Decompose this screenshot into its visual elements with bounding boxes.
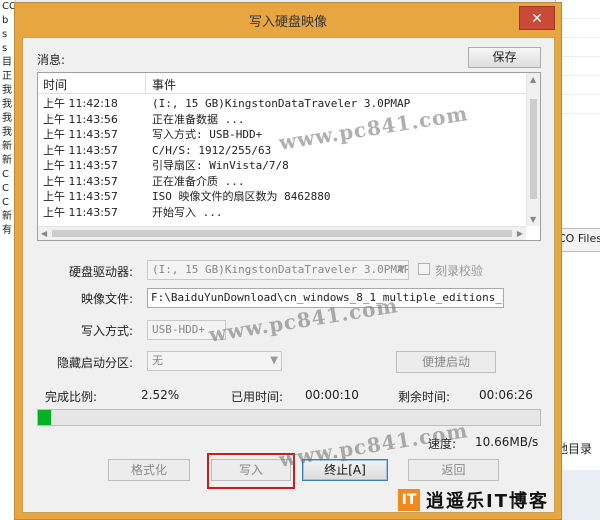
write-mode-label: 写入方式: bbox=[80, 324, 133, 338]
log-event: 引导扇区: WinVista/7/8 bbox=[152, 159, 289, 172]
column-header-time[interactable]: 时间 bbox=[38, 73, 146, 93]
verify-label: 刻录校验 bbox=[435, 264, 484, 278]
hidden-partition-select[interactable]: 无 ▼ bbox=[147, 351, 282, 371]
background-text: 新 bbox=[2, 155, 12, 166]
log-event: C/H/S: 1912/255/63 bbox=[152, 143, 272, 157]
chevron-down-icon: ▼ bbox=[270, 355, 278, 366]
drive-select[interactable]: (I:, 15 GB)KingstonDataTraveler 3.0PMAP … bbox=[147, 260, 409, 280]
vertical-scroll-thumb[interactable] bbox=[530, 99, 537, 199]
log-event: 正在准备数据 ... bbox=[152, 112, 245, 126]
log-time: 上午 11:43:57 bbox=[43, 174, 118, 188]
background-text: 目 bbox=[2, 57, 12, 68]
format-button[interactable]: 格式化 bbox=[108, 459, 190, 481]
background-text: 我 bbox=[2, 99, 12, 110]
quick-boot-button[interactable]: 便捷启动 bbox=[396, 351, 496, 373]
drive-select-value: (I:, 15 GB)KingstonDataTraveler 3.0PMAP bbox=[152, 263, 409, 276]
background-text: b bbox=[2, 15, 9, 26]
elapsed-value: 00:00:10 bbox=[305, 388, 359, 402]
scroll-right-icon[interactable]: ▶ bbox=[517, 229, 523, 238]
background-text: s bbox=[2, 43, 8, 54]
write-mode-value: USB-HDD+ bbox=[152, 323, 205, 336]
complete-value: 2.52% bbox=[141, 388, 180, 402]
horizontal-scrollbar[interactable]: ◀ ▶ bbox=[38, 226, 526, 240]
background-text: C bbox=[2, 169, 9, 180]
background-text: 有 bbox=[2, 225, 12, 236]
window-title: 写入硬盘映像 bbox=[248, 15, 327, 30]
log-time: 上午 11:43:57 bbox=[43, 128, 118, 141]
progress-fill bbox=[38, 410, 51, 425]
log-header: 时间 事件 bbox=[38, 73, 526, 94]
write-disk-image-dialog: 写入硬盘映像 ✕ 消息: 保存 时间 事件 上午 11:42:18 (I:, 15… bbox=[14, 2, 562, 520]
background-text: 我 bbox=[2, 113, 12, 124]
log-row[interactable]: 上午 11:43:57 ISO 映像文件的扇区数为 8462880 bbox=[38, 189, 526, 205]
background-text: CC bbox=[2, 1, 16, 12]
back-button[interactable]: 返回 bbox=[408, 459, 499, 481]
save-button[interactable]: 保存 bbox=[468, 47, 541, 68]
background-text: C bbox=[2, 183, 9, 194]
close-icon: ✕ bbox=[531, 11, 543, 27]
verify-checkbox[interactable] bbox=[418, 263, 430, 275]
log-event: ISO 映像文件的扇区数为 8462880 bbox=[152, 190, 331, 203]
log-time: 上午 11:43:57 bbox=[43, 190, 118, 203]
log-time: 上午 11:43:56 bbox=[43, 112, 118, 126]
messages-label: 消息: bbox=[37, 53, 66, 67]
elapsed-label: 已用时间: bbox=[231, 390, 284, 404]
speed-value: 10.66MB/s bbox=[475, 435, 539, 449]
background-text: s bbox=[2, 29, 8, 40]
background-text: 新 bbox=[2, 141, 12, 152]
chevron-down-icon: ▼ bbox=[397, 264, 405, 275]
background-text: 我 bbox=[2, 127, 12, 138]
close-button[interactable]: ✕ bbox=[519, 6, 555, 30]
column-header-event[interactable]: 事件 bbox=[146, 73, 176, 93]
log-time: 上午 11:42:18 bbox=[43, 97, 118, 110]
log-row[interactable]: 上午 11:43:57 引导扇区: WinVista/7/8 bbox=[38, 158, 526, 174]
background-text: 正 bbox=[2, 71, 12, 82]
scroll-left-icon[interactable]: ◀ bbox=[41, 229, 47, 238]
background-bar-text: CO Files bbox=[558, 232, 600, 245]
remaining-value: 00:06:26 bbox=[479, 388, 533, 402]
vertical-scrollbar[interactable]: ▲ ▼ bbox=[526, 73, 540, 226]
title-bar[interactable]: 写入硬盘映像 ✕ bbox=[15, 3, 561, 37]
background-list bbox=[556, 0, 600, 120]
complete-label: 完成比例: bbox=[45, 390, 98, 404]
background-text: C bbox=[2, 197, 9, 208]
hidden-partition-label: 隐藏启动分区: bbox=[56, 356, 133, 370]
log-row[interactable]: 上午 11:43:57 开始写入 ... bbox=[38, 205, 526, 221]
image-file-label: 映像文件: bbox=[80, 292, 133, 306]
drive-label: 硬盘驱动器: bbox=[68, 265, 133, 279]
message-log[interactable]: 时间 事件 上午 11:42:18 (I:, 15 GB)KingstonData… bbox=[37, 72, 541, 241]
hidden-partition-value: 无 bbox=[152, 354, 163, 367]
log-event: 正在准备介质 ... bbox=[152, 174, 245, 188]
scroll-up-icon[interactable]: ▲ bbox=[530, 75, 536, 84]
log-event: 开始写入 ... bbox=[152, 205, 223, 219]
dialog-body: 消息: 保存 时间 事件 上午 11:42:18 (I:, 15 GB)Kings… bbox=[22, 37, 555, 513]
background-text: 新 bbox=[2, 211, 12, 222]
background-text: 我 bbox=[2, 85, 12, 96]
log-row[interactable]: 上午 11:43:57 正在准备介质 ... bbox=[38, 174, 526, 190]
log-time: 上午 11:43:57 bbox=[43, 143, 118, 157]
brand-name: 逍遥乐IT博客 bbox=[426, 491, 549, 512]
remaining-label: 剩余时间: bbox=[398, 390, 451, 404]
log-time: 上午 11:43:57 bbox=[43, 159, 118, 172]
log-time: 上午 11:43:57 bbox=[43, 205, 118, 219]
site-logo: IT 逍遥乐IT博客 bbox=[398, 488, 549, 512]
horizontal-scroll-thumb[interactable] bbox=[52, 230, 512, 237]
log-event: 写入方式: USB-HDD+ bbox=[152, 128, 263, 141]
log-event: (I:, 15 GB)KingstonDataTraveler 3.0PMAP bbox=[152, 97, 411, 110]
scroll-down-icon[interactable]: ▼ bbox=[530, 215, 536, 224]
brand-logo-icon: IT bbox=[398, 489, 420, 511]
